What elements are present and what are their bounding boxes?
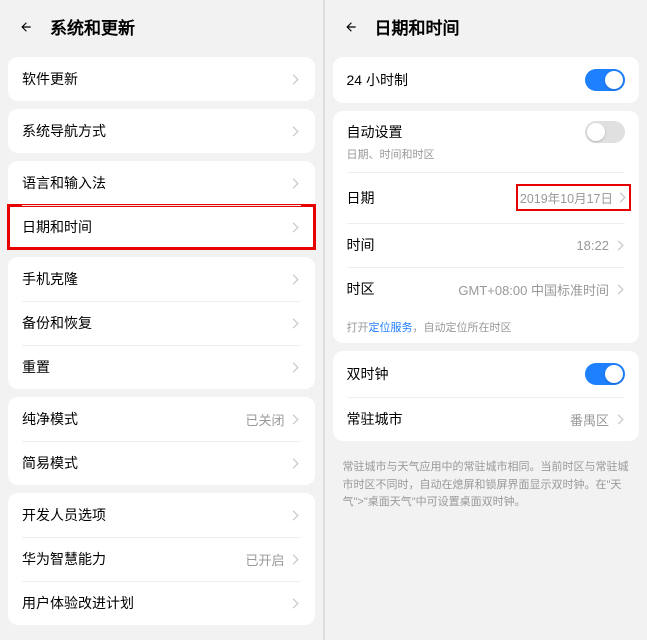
value: 18:22 bbox=[576, 238, 609, 253]
chevron-right-icon bbox=[291, 596, 301, 610]
group-software-update: 软件更新 bbox=[8, 57, 315, 101]
label: 开发人员选项 bbox=[22, 505, 291, 525]
row-date-time[interactable]: 日期和时间 bbox=[8, 205, 315, 249]
header: 系统和更新 bbox=[0, 0, 323, 49]
row-24h-format[interactable]: 24 小时制 bbox=[333, 57, 640, 103]
hint-suffix: ，自动定位所在时区 bbox=[413, 322, 512, 334]
row-pure-mode[interactable]: 纯净模式 已关闭 bbox=[8, 397, 315, 441]
system-update-pane: 系统和更新 软件更新 系统导航方式 语言和输入法 日期和时间 bbox=[0, 0, 325, 640]
value: 已开启 bbox=[245, 550, 284, 569]
toggle-auto-set[interactable] bbox=[585, 121, 625, 143]
row-phone-clone[interactable]: 手机克隆 bbox=[8, 257, 315, 301]
label: 时区 bbox=[347, 279, 459, 299]
location-service-link[interactable]: 定位服务 bbox=[369, 322, 413, 334]
hint-prefix: 打开 bbox=[347, 322, 369, 334]
group-developer: 开发人员选项 华为智慧能力 已开启 用户体验改进计划 bbox=[8, 493, 315, 625]
group-clone-backup: 手机克隆 备份和恢复 重置 bbox=[8, 257, 315, 389]
label: 用户体验改进计划 bbox=[22, 593, 291, 613]
content: 24 小时制 自动设置 日期、时间和时区 日期 2019年10月17日 bbox=[325, 49, 647, 640]
row-date[interactable]: 日期 2019年10月17日 bbox=[333, 172, 640, 223]
label: 日期 bbox=[347, 188, 516, 208]
label: 双时钟 bbox=[347, 364, 586, 384]
row-reset[interactable]: 重置 bbox=[8, 345, 315, 389]
toggle-24h[interactable] bbox=[585, 69, 625, 91]
label: 重置 bbox=[22, 357, 291, 377]
label: 备份和恢复 bbox=[22, 313, 291, 333]
row-ux-improvement[interactable]: 用户体验改进计划 bbox=[8, 581, 315, 625]
row-backup-restore[interactable]: 备份和恢复 bbox=[8, 301, 315, 345]
chevron-right-icon bbox=[291, 316, 301, 330]
chevron-right-icon bbox=[291, 360, 301, 374]
group-lang-date: 语言和输入法 日期和时间 bbox=[8, 161, 315, 249]
label: 手机克隆 bbox=[22, 269, 291, 289]
location-hint: 打开定位服务，自动定位所在时区 bbox=[333, 311, 640, 343]
value: GMT+08:00 中国标准时间 bbox=[458, 280, 609, 299]
value: 番禺区 bbox=[570, 410, 609, 429]
value: 已关闭 bbox=[245, 410, 284, 429]
group-nav: 系统导航方式 bbox=[8, 109, 315, 153]
back-icon[interactable] bbox=[341, 17, 361, 37]
row-system-navigation[interactable]: 系统导航方式 bbox=[8, 109, 315, 153]
label: 简易模式 bbox=[22, 453, 291, 473]
chevron-right-icon bbox=[291, 508, 301, 522]
chevron-right-icon bbox=[291, 412, 301, 426]
row-time[interactable]: 时间 18:22 bbox=[333, 223, 640, 267]
back-icon[interactable] bbox=[16, 17, 36, 37]
group-modes: 纯净模式 已关闭 简易模式 bbox=[8, 397, 315, 485]
row-language-input[interactable]: 语言和输入法 bbox=[8, 161, 315, 205]
row-home-city[interactable]: 常驻城市 番禺区 bbox=[333, 397, 640, 441]
page-title: 日期和时间 bbox=[375, 14, 460, 39]
chevron-right-icon bbox=[291, 552, 301, 566]
label: 时间 bbox=[347, 235, 577, 255]
label: 系统导航方式 bbox=[22, 121, 291, 141]
group-auto-datetime: 自动设置 日期、时间和时区 日期 2019年10月17日 时间 18:22 时区… bbox=[333, 111, 640, 343]
sub-label: 日期、时间和时区 bbox=[347, 146, 435, 162]
date-value-highlight: 2019年10月17日 bbox=[516, 184, 631, 211]
label: 常驻城市 bbox=[347, 409, 570, 429]
chevron-right-icon bbox=[615, 412, 625, 426]
label: 软件更新 bbox=[22, 69, 291, 89]
label: 纯净模式 bbox=[22, 409, 245, 429]
chevron-right-icon bbox=[291, 124, 301, 138]
group-24h: 24 小时制 bbox=[333, 57, 640, 103]
row-timezone[interactable]: 时区 GMT+08:00 中国标准时间 bbox=[333, 267, 640, 311]
value: 2019年10月17日 bbox=[520, 188, 613, 207]
chevron-right-icon bbox=[291, 220, 301, 234]
label: 语言和输入法 bbox=[22, 173, 291, 193]
row-developer-options[interactable]: 开发人员选项 bbox=[8, 493, 315, 537]
label: 自动设置 bbox=[347, 122, 586, 142]
group-dual-clock: 双时钟 常驻城市 番禺区 bbox=[333, 351, 640, 441]
label: 24 小时制 bbox=[347, 70, 586, 90]
label: 日期和时间 bbox=[22, 217, 291, 237]
chevron-right-icon bbox=[617, 191, 627, 205]
chevron-right-icon bbox=[615, 238, 625, 252]
content: 软件更新 系统导航方式 语言和输入法 日期和时间 手机克隆 bbox=[0, 49, 323, 640]
header: 日期和时间 bbox=[325, 0, 647, 49]
chevron-right-icon bbox=[291, 72, 301, 86]
row-auto-set[interactable]: 自动设置 日期、时间和时区 bbox=[333, 111, 640, 172]
row-software-update[interactable]: 软件更新 bbox=[8, 57, 315, 101]
row-huawei-ai[interactable]: 华为智慧能力 已开启 bbox=[8, 537, 315, 581]
chevron-right-icon bbox=[291, 176, 301, 190]
chevron-right-icon bbox=[291, 456, 301, 470]
label: 华为智慧能力 bbox=[22, 549, 245, 569]
page-title: 系统和更新 bbox=[50, 14, 135, 39]
toggle-dual-clock[interactable] bbox=[585, 363, 625, 385]
chevron-right-icon bbox=[615, 282, 625, 296]
row-simple-mode[interactable]: 简易模式 bbox=[8, 441, 315, 485]
dual-clock-description: 常驻城市与天气应用中的常驻城市相同。当前时区与常驻城市时区不同时，自动在熄屏和锁… bbox=[325, 449, 647, 520]
date-time-pane: 日期和时间 24 小时制 自动设置 日期、时间和时区 日期 2019年10月17… bbox=[325, 0, 647, 640]
row-dual-clock[interactable]: 双时钟 bbox=[333, 351, 640, 397]
chevron-right-icon bbox=[291, 272, 301, 286]
